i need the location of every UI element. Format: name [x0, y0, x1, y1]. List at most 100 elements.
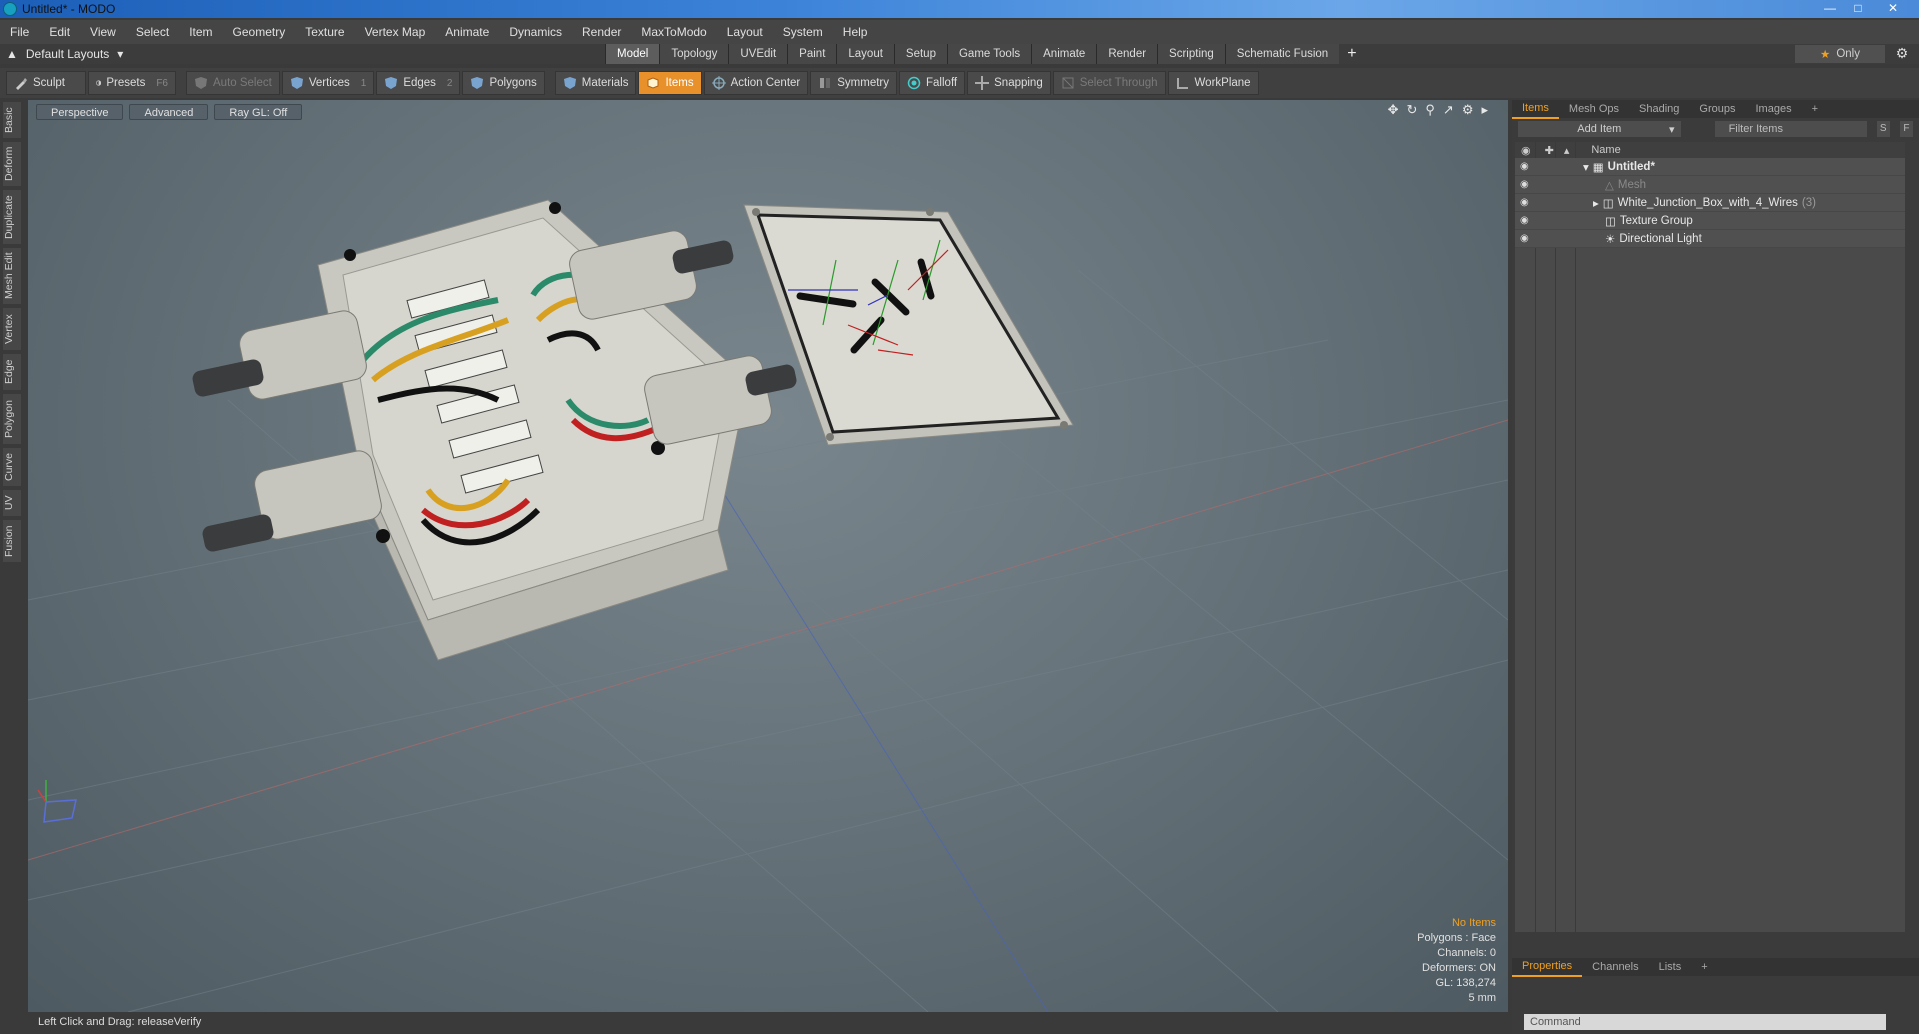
expand-arrow-icon[interactable]: ▸ — [1593, 196, 1599, 210]
viewport-menu-icon[interactable]: ▸ — [1481, 102, 1488, 118]
auto-select-button[interactable]: Auto Select — [186, 71, 280, 95]
menu-render[interactable]: Render — [572, 25, 631, 39]
tab-model[interactable]: Model — [605, 44, 660, 64]
tree-row-mesh[interactable]: ◉ △ Mesh — [1515, 176, 1905, 194]
action-center-button[interactable]: Action Center — [703, 71, 809, 95]
tab-topology[interactable]: Topology — [659, 44, 729, 64]
menu-vertex-map[interactable]: Vertex Map — [355, 25, 436, 39]
tab-scripting[interactable]: Scripting — [1157, 44, 1225, 64]
visibility-eye-icon[interactable]: ◉ — [1520, 161, 1534, 172]
tab-groups[interactable]: Groups — [1689, 100, 1745, 118]
pan-icon[interactable]: ✥ — [1388, 102, 1399, 118]
visibility-eye-icon[interactable]: ◉ — [1520, 197, 1534, 208]
visibility-eye-icon[interactable]: ◉ — [1520, 215, 1534, 226]
command-input[interactable]: Command — [1524, 1014, 1886, 1030]
tab-properties[interactable]: Properties — [1512, 957, 1583, 977]
materials-button[interactable]: Materials — [554, 71, 637, 95]
vtab-edge[interactable]: Edge — [3, 354, 21, 390]
view-mode-button[interactable]: Perspective — [36, 104, 124, 120]
only-button[interactable]: ★ Only — [1795, 45, 1885, 63]
tab-animate[interactable]: Animate — [1031, 44, 1097, 64]
layout-selector[interactable]: ▲ Default Layouts ▾ — [6, 47, 123, 61]
minimize-button[interactable]: — — [1817, 0, 1843, 16]
f-button[interactable]: F — [1899, 121, 1914, 137]
add-item-label: Add Item — [1577, 123, 1622, 135]
viewport-gear-icon[interactable]: ⚙ — [1462, 102, 1474, 118]
menu-system[interactable]: System — [773, 25, 833, 39]
items-button[interactable]: Items — [638, 71, 702, 95]
menu-maxtomodo[interactable]: MaxToModo — [631, 25, 716, 39]
falloff-button[interactable]: Falloff — [899, 71, 966, 95]
vtab-mesh-edit[interactable]: Mesh Edit — [3, 248, 21, 304]
menu-edit[interactable]: Edit — [39, 25, 80, 39]
close-button[interactable]: ✕ — [1873, 0, 1913, 16]
menu-layout[interactable]: Layout — [717, 25, 773, 39]
add-props-tab-icon[interactable]: + — [1691, 958, 1717, 976]
menu-file[interactable]: File — [0, 25, 39, 39]
add-item-button[interactable]: Add Item ▾ — [1518, 121, 1681, 137]
vtab-deform[interactable]: Deform — [3, 142, 21, 186]
vtab-polygon[interactable]: Polygon — [3, 394, 21, 444]
vtab-basic[interactable]: Basic — [3, 102, 21, 138]
tree-row-untitled[interactable]: ◉ ▾ ▦ Untitled* — [1515, 158, 1905, 176]
expand-arrow-icon[interactable]: ▾ — [1583, 160, 1589, 174]
vtab-fusion[interactable]: Fusion — [3, 520, 21, 562]
vtab-duplicate[interactable]: Duplicate — [3, 190, 21, 244]
select-through-button[interactable]: Select Through — [1052, 71, 1166, 95]
raygl-button[interactable]: Ray GL: Off — [214, 104, 303, 120]
menu-select[interactable]: Select — [126, 25, 179, 39]
menu-dynamics[interactable]: Dynamics — [499, 25, 572, 39]
tree-row-junction-box[interactable]: ◉ ▸ ◫ White_Junction_Box_with_4_Wires (3… — [1515, 194, 1905, 212]
gl-count-text: GL: 138,274 — [1435, 977, 1496, 989]
snapping-button[interactable]: Snapping — [967, 71, 1051, 95]
junction-box-lid[interactable] — [743, 204, 1074, 446]
visibility-eye-icon[interactable]: ◉ — [1520, 179, 1534, 190]
tab-channels[interactable]: Channels — [1582, 958, 1648, 976]
3d-viewport[interactable]: Perspective Advanced Ray GL: Off ✥ ↻ ⚲ ↗… — [28, 100, 1508, 1012]
menu-item[interactable]: Item — [179, 25, 222, 39]
tree-row-texture-group[interactable]: ◉ ◫ Texture Group — [1515, 212, 1905, 230]
scene-render[interactable] — [28, 100, 1508, 1012]
tab-uvedit[interactable]: UVEdit — [728, 44, 788, 64]
zoom-icon[interactable]: ⚲ — [1425, 102, 1435, 118]
tab-layout[interactable]: Layout — [836, 44, 894, 64]
name-column-header[interactable]: Name — [1591, 144, 1620, 156]
tab-schematic-fusion[interactable]: Schematic Fusion — [1224, 44, 1340, 64]
symmetry-button[interactable]: Symmetry — [810, 71, 898, 95]
tab-images[interactable]: Images — [1746, 100, 1802, 118]
visibility-eye-icon[interactable]: ◉ — [1520, 233, 1534, 244]
menu-texture[interactable]: Texture — [295, 25, 354, 39]
tree-row-directional-light[interactable]: ◉ ☀ Directional Light — [1515, 230, 1905, 248]
tab-paint[interactable]: Paint — [787, 44, 837, 64]
menu-geometry[interactable]: Geometry — [223, 25, 296, 39]
workplane-button[interactable]: WorkPlane — [1167, 71, 1259, 95]
vtab-uv[interactable]: UV — [3, 490, 21, 516]
gear-icon[interactable]: ⚙ — [1893, 45, 1911, 63]
vtab-curve[interactable]: Curve — [3, 448, 21, 486]
edges-button[interactable]: Edges 2 — [376, 71, 461, 95]
tab-items[interactable]: Items — [1512, 99, 1559, 119]
tab-setup[interactable]: Setup — [893, 44, 947, 64]
polygons-button[interactable]: Polygons — [462, 71, 545, 95]
tab-lists[interactable]: Lists — [1649, 958, 1692, 976]
filter-items-input[interactable]: Filter Items — [1714, 121, 1867, 137]
add-panel-tab-icon[interactable]: + — [1802, 100, 1828, 118]
sculpt-button[interactable]: Sculpt — [6, 71, 86, 95]
junction-box[interactable] — [191, 199, 798, 661]
add-tab-icon[interactable]: + — [1339, 44, 1364, 64]
tab-render[interactable]: Render — [1096, 44, 1158, 64]
menu-animate[interactable]: Animate — [435, 25, 499, 39]
vtab-vertex[interactable]: Vertex — [3, 308, 21, 350]
tab-game-tools[interactable]: Game Tools — [946, 44, 1032, 64]
menu-view[interactable]: View — [80, 25, 126, 39]
rotate-icon[interactable]: ↻ — [1406, 102, 1417, 118]
tab-shading[interactable]: Shading — [1629, 100, 1689, 118]
maximize-button[interactable]: □ — [1845, 0, 1871, 16]
vertices-button[interactable]: Vertices 1 — [281, 71, 375, 95]
tab-mesh-ops[interactable]: Mesh Ops — [1559, 100, 1629, 118]
maximize-view-icon[interactable]: ↗ — [1443, 102, 1454, 118]
presets-button[interactable]: Presets F6 — [88, 71, 176, 95]
s-button[interactable]: S — [1876, 121, 1890, 137]
shading-mode-button[interactable]: Advanced — [129, 104, 209, 120]
menu-help[interactable]: Help — [833, 25, 878, 39]
